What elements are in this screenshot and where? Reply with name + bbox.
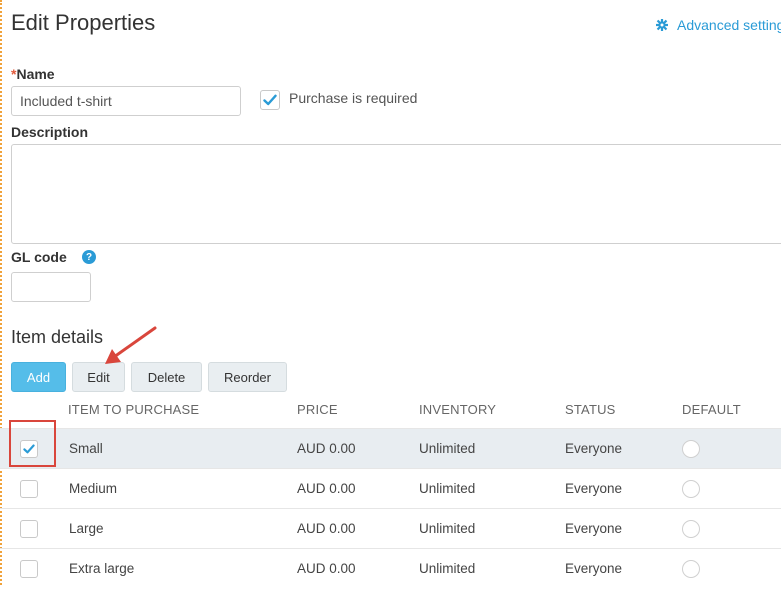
name-label-text: Name	[16, 66, 55, 82]
name-field[interactable]	[11, 86, 241, 116]
row-select-checkbox[interactable]	[20, 480, 38, 498]
annotation-highlight-box	[9, 420, 56, 467]
purchase-required-checkbox[interactable]	[260, 90, 280, 110]
item-price: AUD 0.00	[297, 521, 356, 536]
name-label: *Name	[11, 66, 55, 82]
item-inventory: Unlimited	[419, 481, 476, 496]
table-row[interactable]: Small AUD 0.00 Unlimited Everyone	[0, 428, 781, 469]
item-name: Medium	[69, 481, 118, 496]
reorder-button[interactable]: Reorder	[208, 362, 287, 392]
default-radio[interactable]	[682, 440, 700, 458]
item-details-heading: Item details	[11, 327, 104, 347]
page-title: Edit Properties	[11, 10, 156, 35]
default-radio[interactable]	[682, 520, 700, 538]
item-inventory: Unlimited	[419, 521, 476, 536]
item-name: Small	[69, 441, 103, 456]
add-button[interactable]: Add	[11, 362, 66, 392]
item-name: Large	[69, 521, 104, 536]
table-row[interactable]: Medium AUD 0.00 Unlimited Everyone	[0, 468, 781, 509]
gear-icon	[656, 19, 668, 31]
row-select-checkbox[interactable]	[20, 560, 38, 578]
gl-code-field[interactable]	[11, 272, 91, 302]
checkmark-icon	[263, 94, 277, 106]
item-name: Extra large	[69, 561, 135, 576]
table-row[interactable]: Large AUD 0.00 Unlimited Everyone	[0, 508, 781, 549]
row-select-checkbox[interactable]	[20, 520, 38, 538]
gl-code-label: GL code	[11, 249, 67, 265]
item-status: Everyone	[565, 561, 623, 576]
default-radio[interactable]	[682, 480, 700, 498]
column-header-default[interactable]: DEFAULT	[682, 402, 741, 417]
column-header-status[interactable]: STATUS	[565, 402, 616, 417]
item-status: Everyone	[565, 521, 623, 536]
item-price: AUD 0.00	[297, 441, 356, 456]
default-radio[interactable]	[682, 560, 700, 578]
item-status: Everyone	[565, 481, 623, 496]
column-header-item[interactable]: ITEM TO PURCHASE	[68, 402, 199, 417]
help-icon[interactable]: ?	[82, 250, 96, 264]
column-header-price[interactable]: PRICE	[297, 402, 338, 417]
item-inventory: Unlimited	[419, 441, 476, 456]
edit-button[interactable]: Edit	[72, 362, 125, 392]
item-status: Everyone	[565, 441, 623, 456]
item-price: AUD 0.00	[297, 481, 356, 496]
purchase-required-label: Purchase is required	[289, 90, 418, 106]
description-field[interactable]	[11, 144, 781, 244]
item-inventory: Unlimited	[419, 561, 476, 576]
advanced-settings-link[interactable]: Advanced setting	[656, 17, 781, 33]
description-label: Description	[11, 124, 89, 140]
delete-button[interactable]: Delete	[131, 362, 202, 392]
table-row[interactable]: Extra large AUD 0.00 Unlimited Everyone	[0, 548, 781, 589]
item-price: AUD 0.00	[297, 561, 356, 576]
advanced-settings-label: Advanced setting	[677, 17, 781, 33]
column-header-inventory[interactable]: INVENTORY	[419, 402, 496, 417]
